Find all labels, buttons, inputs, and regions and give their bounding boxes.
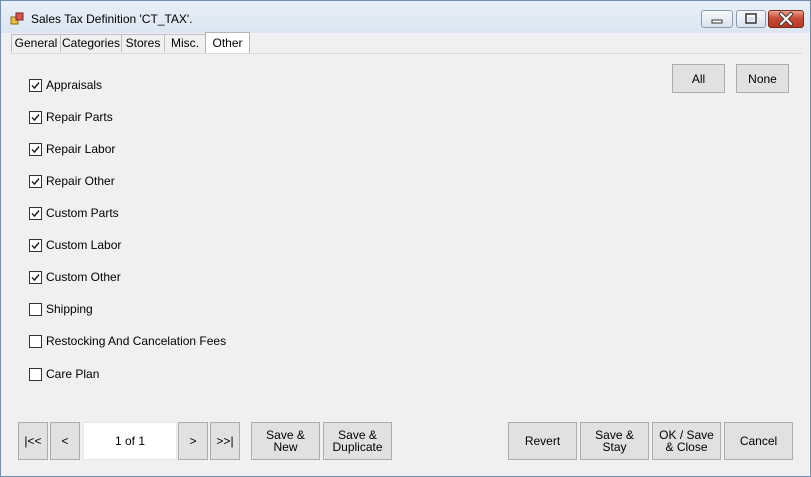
next-record-button[interactable]: >	[178, 422, 208, 460]
checkbox-label: Care Plan	[46, 367, 100, 381]
minimize-button[interactable]	[701, 10, 733, 28]
tab-misc[interactable]: Misc.	[164, 34, 206, 52]
checkmark-icon	[31, 274, 40, 282]
tab-other[interactable]: Other	[205, 32, 250, 53]
sales-tax-definition-window: Sales Tax Definition 'CT_TAX'. General C…	[0, 0, 811, 477]
checkbox-box[interactable]	[29, 79, 42, 92]
revert-button[interactable]: Revert	[508, 422, 577, 460]
checkbox-box[interactable]	[29, 143, 42, 156]
cancel-button[interactable]: Cancel	[724, 422, 793, 460]
other-tab-panel	[11, 53, 802, 411]
button-line: Stay	[602, 440, 627, 454]
checkmark-icon	[31, 178, 40, 186]
checkbox-label: Custom Labor	[46, 238, 122, 252]
checkbox-label: Repair Other	[46, 174, 115, 188]
button-line: Duplicate	[332, 440, 383, 454]
first-record-button[interactable]: |<<	[18, 422, 48, 460]
checkbox-box[interactable]	[29, 207, 42, 220]
ok-save-close-button[interactable]: OK / Save & Close	[652, 422, 721, 460]
checkmark-icon	[31, 114, 40, 122]
checkbox-label: Appraisals	[46, 78, 103, 92]
checkbox-box[interactable]	[29, 175, 42, 188]
select-all-button[interactable]: All	[672, 64, 725, 93]
maximize-icon	[745, 13, 757, 24]
previous-record-button[interactable]: <	[50, 422, 80, 460]
checkmark-icon	[31, 82, 40, 90]
save-and-duplicate-button[interactable]: Save & Duplicate	[323, 422, 392, 460]
checkmark-icon	[31, 210, 40, 218]
checkbox-label: Repair Parts	[46, 110, 113, 124]
checkbox-label: Custom Parts	[46, 206, 119, 220]
checkmark-icon	[31, 242, 40, 250]
button-line: & Close	[665, 440, 708, 454]
select-none-button[interactable]: None	[736, 64, 789, 93]
checkbox-label: Repair Labor	[46, 142, 116, 156]
button-line: New	[273, 440, 298, 454]
tab-general[interactable]: General	[11, 34, 61, 52]
app-window-icon	[10, 12, 24, 26]
save-and-new-button[interactable]: Save & New	[251, 422, 320, 460]
close-icon	[779, 12, 793, 26]
checkbox-box[interactable]	[29, 271, 42, 284]
checkbox-box[interactable]	[29, 239, 42, 252]
checkbox-label: Restocking And Cancelation Fees	[46, 334, 227, 348]
save-and-stay-button[interactable]: Save & Stay	[580, 422, 649, 460]
close-button[interactable]	[768, 10, 804, 28]
checkbox-box[interactable]	[29, 368, 42, 381]
checkbox-box[interactable]	[29, 335, 42, 348]
checkbox-label: Custom Other	[46, 270, 121, 284]
record-position: 1 of 1	[83, 422, 177, 460]
tab-categories[interactable]: Categories	[60, 34, 122, 52]
checkbox-box[interactable]	[29, 111, 42, 124]
last-record-button[interactable]: >>|	[210, 422, 240, 460]
checkmark-icon	[31, 146, 40, 154]
checkbox-box[interactable]	[29, 303, 42, 316]
maximize-button[interactable]	[736, 10, 766, 28]
checkbox-label: Shipping	[46, 302, 93, 316]
tab-stores[interactable]: Stores	[121, 34, 165, 52]
window-title: Sales Tax Definition 'CT_TAX'.	[31, 12, 193, 26]
minimize-icon	[711, 19, 723, 24]
title-bar: Sales Tax Definition 'CT_TAX'.	[1, 1, 810, 33]
